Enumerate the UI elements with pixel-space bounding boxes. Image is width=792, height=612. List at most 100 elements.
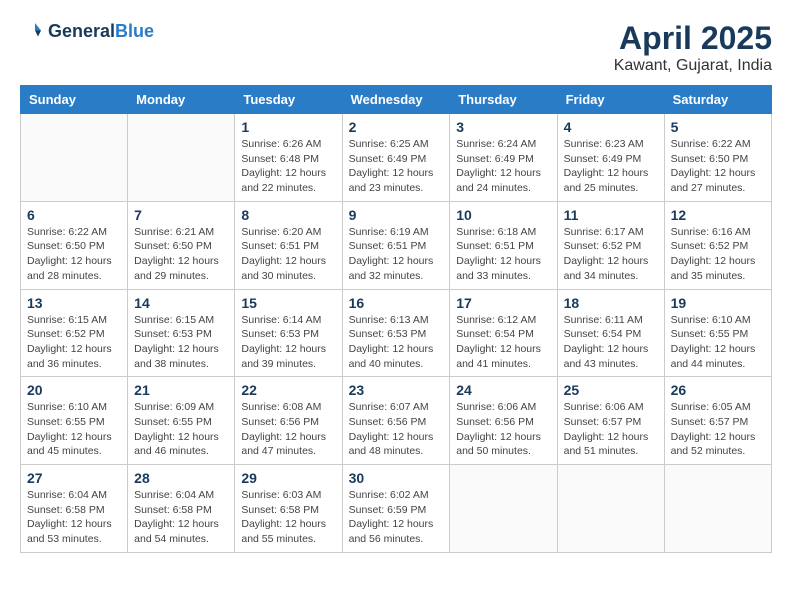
calendar-cell: 13Sunrise: 6:15 AM Sunset: 6:52 PM Dayli… bbox=[21, 289, 128, 377]
day-info: Sunrise: 6:10 AM Sunset: 6:55 PM Dayligh… bbox=[27, 400, 121, 459]
calendar-cell: 20 Sunrise: 6:10 AM Sunset: 6:55 PM Dayli… bbox=[21, 377, 128, 465]
calendar-cell: 7 Sunrise: 6:21 AM Sunset: 6:50 PM Daylig… bbox=[128, 201, 235, 289]
calendar-cell: 16 Sunrise: 6:13 AM Sunset: 6:53 PM Dayli… bbox=[342, 289, 450, 377]
calendar-cell: 2 Sunrise: 6:25 AM Sunset: 6:49 PM Daylig… bbox=[342, 114, 450, 202]
day-info: Sunrise: 6:15 AM Sunset: 6:53 PM Dayligh… bbox=[134, 313, 228, 372]
calendar-cell: 30 Sunrise: 6:02 AM Sunset: 6:59 PM Dayli… bbox=[342, 465, 450, 553]
day-number: 21 bbox=[134, 382, 228, 398]
weekday-header-thursday: Thursday bbox=[450, 86, 557, 114]
day-number: 23 bbox=[349, 382, 444, 398]
day-info: Sunrise: 6:13 AM Sunset: 6:53 PM Dayligh… bbox=[349, 313, 444, 372]
calendar-cell: 24Sunrise: 6:06 AM Sunset: 6:56 PM Dayli… bbox=[450, 377, 557, 465]
calendar-cell: 4 Sunrise: 6:23 AM Sunset: 6:49 PM Daylig… bbox=[557, 114, 664, 202]
weekday-header-wednesday: Wednesday bbox=[342, 86, 450, 114]
day-number: 19 bbox=[671, 295, 765, 311]
day-number: 4 bbox=[564, 119, 658, 135]
day-info: Sunrise: 6:24 AM Sunset: 6:49 PM Dayligh… bbox=[456, 137, 550, 196]
week-row-5: 27 Sunrise: 6:04 AM Sunset: 6:58 PM Dayli… bbox=[21, 465, 772, 553]
day-number: 16 bbox=[349, 295, 444, 311]
day-info: Sunrise: 6:18 AM Sunset: 6:51 PM Dayligh… bbox=[456, 225, 550, 284]
day-number: 22 bbox=[241, 382, 335, 398]
calendar-cell: 26 Sunrise: 6:05 AM Sunset: 6:57 PM Dayli… bbox=[664, 377, 771, 465]
page-header: GeneralBlue April 2025 Kawant, Gujarat, … bbox=[20, 20, 772, 75]
calendar-cell: 3 Sunrise: 6:24 AM Sunset: 6:49 PM Daylig… bbox=[450, 114, 557, 202]
calendar-table: SundayMondayTuesdayWednesdayThursdayFrid… bbox=[20, 85, 772, 553]
weekday-header-sunday: Sunday bbox=[21, 86, 128, 114]
day-info: Sunrise: 6:22 AM Sunset: 6:50 PM Dayligh… bbox=[27, 225, 121, 284]
calendar-cell bbox=[128, 114, 235, 202]
calendar-cell bbox=[450, 465, 557, 553]
day-info: Sunrise: 6:23 AM Sunset: 6:49 PM Dayligh… bbox=[564, 137, 658, 196]
weekday-header-tuesday: Tuesday bbox=[235, 86, 342, 114]
day-info: Sunrise: 6:19 AM Sunset: 6:51 PM Dayligh… bbox=[349, 225, 444, 284]
day-number: 29 bbox=[241, 470, 335, 486]
day-info: Sunrise: 6:05 AM Sunset: 6:57 PM Dayligh… bbox=[671, 400, 765, 459]
day-info: Sunrise: 6:14 AM Sunset: 6:53 PM Dayligh… bbox=[241, 313, 335, 372]
calendar-cell: 23 Sunrise: 6:07 AM Sunset: 6:56 PM Dayli… bbox=[342, 377, 450, 465]
calendar-title: April 2025 bbox=[614, 20, 772, 57]
day-info: Sunrise: 6:06 AM Sunset: 6:56 PM Dayligh… bbox=[456, 400, 550, 459]
calendar-cell: 8Sunrise: 6:20 AM Sunset: 6:51 PM Daylig… bbox=[235, 201, 342, 289]
day-info: Sunrise: 6:07 AM Sunset: 6:56 PM Dayligh… bbox=[349, 400, 444, 459]
calendar-cell: 22 Sunrise: 6:08 AM Sunset: 6:56 PM Dayli… bbox=[235, 377, 342, 465]
day-info: Sunrise: 6:16 AM Sunset: 6:52 PM Dayligh… bbox=[671, 225, 765, 284]
day-number: 20 bbox=[27, 382, 121, 398]
logo: GeneralBlue bbox=[20, 20, 154, 44]
day-number: 9 bbox=[349, 207, 444, 223]
day-number: 14 bbox=[134, 295, 228, 311]
day-info: Sunrise: 6:04 AM Sunset: 6:58 PM Dayligh… bbox=[27, 488, 121, 547]
day-info: Sunrise: 6:25 AM Sunset: 6:49 PM Dayligh… bbox=[349, 137, 444, 196]
day-number: 25 bbox=[564, 382, 658, 398]
day-number: 10 bbox=[456, 207, 550, 223]
calendar-cell: 28 Sunrise: 6:04 AM Sunset: 6:58 PM Dayli… bbox=[128, 465, 235, 553]
day-number: 17 bbox=[456, 295, 550, 311]
day-number: 18 bbox=[564, 295, 658, 311]
day-info: Sunrise: 6:03 AM Sunset: 6:58 PM Dayligh… bbox=[241, 488, 335, 547]
day-number: 27 bbox=[27, 470, 121, 486]
title-area: April 2025 Kawant, Gujarat, India bbox=[614, 20, 772, 75]
week-row-2: 6Sunrise: 6:22 AM Sunset: 6:50 PM Daylig… bbox=[21, 201, 772, 289]
calendar-cell: 17 Sunrise: 6:12 AM Sunset: 6:54 PM Dayli… bbox=[450, 289, 557, 377]
day-info: Sunrise: 6:02 AM Sunset: 6:59 PM Dayligh… bbox=[349, 488, 444, 547]
week-row-4: 20 Sunrise: 6:10 AM Sunset: 6:55 PM Dayli… bbox=[21, 377, 772, 465]
logo-text-line1: GeneralBlue bbox=[48, 22, 154, 42]
calendar-cell: 9 Sunrise: 6:19 AM Sunset: 6:51 PM Daylig… bbox=[342, 201, 450, 289]
day-info: Sunrise: 6:22 AM Sunset: 6:50 PM Dayligh… bbox=[671, 137, 765, 196]
calendar-cell: 25 Sunrise: 6:06 AM Sunset: 6:57 PM Dayli… bbox=[557, 377, 664, 465]
day-info: Sunrise: 6:11 AM Sunset: 6:54 PM Dayligh… bbox=[564, 313, 658, 372]
day-number: 28 bbox=[134, 470, 228, 486]
day-number: 11 bbox=[564, 207, 658, 223]
day-info: Sunrise: 6:17 AM Sunset: 6:52 PM Dayligh… bbox=[564, 225, 658, 284]
calendar-cell bbox=[557, 465, 664, 553]
day-info: Sunrise: 6:10 AM Sunset: 6:55 PM Dayligh… bbox=[671, 313, 765, 372]
calendar-cell bbox=[664, 465, 771, 553]
calendar-cell: 6Sunrise: 6:22 AM Sunset: 6:50 PM Daylig… bbox=[21, 201, 128, 289]
day-number: 12 bbox=[671, 207, 765, 223]
day-number: 7 bbox=[134, 207, 228, 223]
calendar-cell: 27 Sunrise: 6:04 AM Sunset: 6:58 PM Dayli… bbox=[21, 465, 128, 553]
day-number: 26 bbox=[671, 382, 765, 398]
calendar-cell: 11 Sunrise: 6:17 AM Sunset: 6:52 PM Dayli… bbox=[557, 201, 664, 289]
day-info: Sunrise: 6:04 AM Sunset: 6:58 PM Dayligh… bbox=[134, 488, 228, 547]
day-info: Sunrise: 6:06 AM Sunset: 6:57 PM Dayligh… bbox=[564, 400, 658, 459]
calendar-cell: 5Sunrise: 6:22 AM Sunset: 6:50 PM Daylig… bbox=[664, 114, 771, 202]
day-number: 30 bbox=[349, 470, 444, 486]
day-number: 3 bbox=[456, 119, 550, 135]
week-row-3: 13Sunrise: 6:15 AM Sunset: 6:52 PM Dayli… bbox=[21, 289, 772, 377]
day-number: 15 bbox=[241, 295, 335, 311]
day-info: Sunrise: 6:08 AM Sunset: 6:56 PM Dayligh… bbox=[241, 400, 335, 459]
day-info: Sunrise: 6:12 AM Sunset: 6:54 PM Dayligh… bbox=[456, 313, 550, 372]
calendar-cell: 14 Sunrise: 6:15 AM Sunset: 6:53 PM Dayli… bbox=[128, 289, 235, 377]
day-info: Sunrise: 6:09 AM Sunset: 6:55 PM Dayligh… bbox=[134, 400, 228, 459]
calendar-cell: 21 Sunrise: 6:09 AM Sunset: 6:55 PM Dayli… bbox=[128, 377, 235, 465]
calendar-cell: 15 Sunrise: 6:14 AM Sunset: 6:53 PM Dayli… bbox=[235, 289, 342, 377]
calendar-cell: 1Sunrise: 6:26 AM Sunset: 6:48 PM Daylig… bbox=[235, 114, 342, 202]
day-number: 1 bbox=[241, 119, 335, 135]
calendar-subtitle: Kawant, Gujarat, India bbox=[614, 57, 772, 75]
calendar-cell bbox=[21, 114, 128, 202]
day-info: Sunrise: 6:21 AM Sunset: 6:50 PM Dayligh… bbox=[134, 225, 228, 284]
calendar-cell: 12 Sunrise: 6:16 AM Sunset: 6:52 PM Dayli… bbox=[664, 201, 771, 289]
day-number: 2 bbox=[349, 119, 444, 135]
weekday-header-row: SundayMondayTuesdayWednesdayThursdayFrid… bbox=[21, 86, 772, 114]
calendar-cell: 19 Sunrise: 6:10 AM Sunset: 6:55 PM Dayli… bbox=[664, 289, 771, 377]
